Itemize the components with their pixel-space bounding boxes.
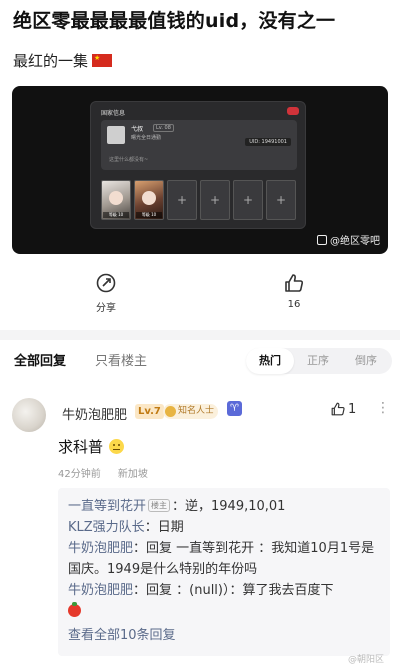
op-tag: 楼主 (148, 499, 171, 512)
agent-slot-1: 等级 10 (101, 180, 131, 220)
tab-op-only[interactable]: 只看楼主 (95, 350, 147, 369)
panel-close-icon (287, 107, 299, 115)
comment-like-count: 1 (348, 401, 357, 417)
sort-descending[interactable]: 倒序 (342, 348, 390, 374)
comment-time: 42分钟前 (58, 469, 101, 480)
player-avatar (107, 126, 125, 144)
sort-hot[interactable]: 热门 (246, 348, 294, 374)
reply-text: ：日期 (144, 520, 184, 535)
avatar[interactable] (12, 398, 46, 432)
empty-slot: + (200, 180, 230, 220)
reply-author[interactable]: 牛奶泡肥肥 (68, 541, 133, 556)
reply-thread[interactable]: 一直等到花开 楼主 ：逆，1949,10,01 KLZ强力队长：日期 牛奶泡肥肥：回… (58, 488, 390, 656)
share-label: 分享 (96, 303, 116, 314)
reply-text: ：逆，1949,10,01 (172, 499, 286, 514)
post-title: 绝区零最最最最值钱的uid，没有之一 (13, 10, 336, 32)
reply-item[interactable]: 一直等到花开 楼主 ：逆，1949,10,01 (68, 496, 380, 517)
post-actions: 分享 16 (0, 272, 400, 318)
medal-icon (165, 406, 176, 417)
confused-emoji-icon (109, 439, 125, 454)
comment-location: 新加坡 (117, 469, 148, 480)
thumbs-up-icon (331, 402, 345, 416)
empty-slot: + (233, 180, 263, 220)
post-image[interactable]: 国家信息 弋叔 Lv. 08 曙光全日通勤 UID: 19491001 这里什么… (12, 86, 388, 254)
post-body: 最红的一集 (13, 50, 113, 71)
agent-slot-2: 等级 10 (134, 180, 164, 220)
reply-author[interactable]: 牛奶泡肥肥 (68, 583, 133, 598)
profile-card: 弋叔 Lv. 08 曙光全日通勤 UID: 19491001 这里什么都没有~ (101, 120, 297, 170)
player-level: Lv. 08 (153, 124, 174, 132)
level-badge: Lv.7 (135, 404, 164, 419)
agent-slot-2-tag: 等级 10 (136, 212, 162, 218)
agent-slots: 等级 10 等级 10 + + + + (101, 180, 296, 220)
player-subtitle: 曙光全日通勤 (131, 135, 162, 141)
watermark-text: @绝区零吧 (330, 236, 380, 247)
reply-author[interactable]: 一直等到花开 (68, 499, 146, 514)
reply-filter-bar: 全部回复 只看楼主 热门 正序 倒序 (0, 340, 400, 380)
post-body-text: 最红的一集 (13, 52, 89, 70)
thumbs-up-icon (285, 274, 304, 292)
comment-item: 牛奶泡肥肥 Lv.7 知名人士 ♈ 1 ⋮ 求科普 42分钟前 新加坡 一直等到… (0, 388, 400, 668)
weibo-watermark: @朝阳区 (347, 655, 384, 665)
zodiac-aries-icon: ♈ (227, 401, 242, 416)
agent-slot-1-tag: 等级 10 (103, 212, 129, 218)
empty-slot: + (266, 180, 296, 220)
reply-item[interactable]: 牛奶泡肥肥：回复 ：(null)）：算了我去百度下 (68, 580, 380, 622)
game-profile-panel: 国家信息 弋叔 Lv. 08 曙光全日通勤 UID: 19491001 这里什么… (90, 101, 306, 229)
empty-slot: + (167, 180, 197, 220)
reply-item[interactable]: 牛奶泡肥肥：回复 一直等到花开 ：我知道10月1号是国庆。1949是什么特别的年… (68, 538, 380, 580)
comment-meta: 42分钟前 新加坡 (58, 465, 162, 480)
reply-author[interactable]: KLZ强力队长 (68, 520, 145, 535)
sort-ascending[interactable]: 正序 (294, 348, 342, 374)
sort-segmented-control: 热门 正序 倒序 (246, 348, 392, 374)
reply-text: ：回复 ：(null)）：算了我去百度下 (133, 583, 334, 598)
comment-like-button[interactable]: 1 (330, 401, 356, 417)
see-all-replies-link[interactable]: 查看全部10条回复 (68, 624, 380, 643)
player-signature: 这里什么都没有~ (109, 157, 149, 163)
comment-text-content: 求科普 (58, 438, 104, 456)
tomato-emoji-icon (68, 602, 81, 617)
more-options-icon[interactable]: ⋮ (376, 400, 390, 416)
section-divider (0, 330, 400, 340)
comment-username[interactable]: 牛奶泡肥肥 (62, 404, 127, 423)
title-badge: 知名人士 (163, 404, 219, 419)
comment-text: 求科普 (58, 436, 125, 457)
share-button[interactable]: 分享 (76, 272, 136, 314)
like-count: 16 (287, 299, 301, 310)
player-name: 弋叔 (131, 126, 144, 133)
panel-title: 国家信息 (101, 110, 126, 117)
weibo-logo-icon (317, 234, 327, 245)
reply-item[interactable]: KLZ强力队长：日期 (68, 517, 380, 538)
share-icon (96, 273, 116, 293)
like-button[interactable]: 16 (264, 272, 324, 310)
title-badge-text: 知名人士 (178, 406, 215, 416)
player-uid: UID: 19491001 (245, 138, 291, 146)
image-watermark: @绝区零吧 (317, 232, 380, 247)
china-flag-icon (92, 54, 113, 67)
tab-all-replies[interactable]: 全部回复 (14, 350, 66, 369)
